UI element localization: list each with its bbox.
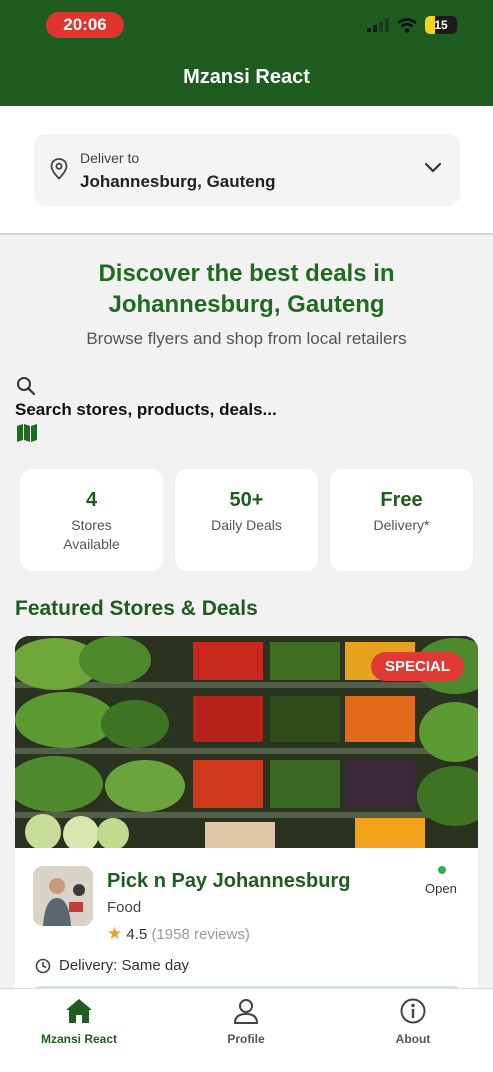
store-card[interactable]: SPECIAL Pick n Pay Johannesburg Food ★ 4… [15, 636, 478, 1006]
section-title: Featured Stores & Deals [15, 597, 258, 620]
review-count: (1958 reviews) [151, 926, 250, 943]
tab-profile[interactable]: Profile [186, 997, 306, 1046]
profile-icon [233, 999, 259, 1024]
deliver-bar: Deliver to Johannesburg, Gauteng [0, 106, 493, 235]
app-header: 20:06 15 Mzansi React [0, 0, 493, 106]
store-logo [33, 866, 93, 926]
battery-level: 15 [434, 18, 448, 32]
status-icons: 15 [367, 16, 457, 34]
store-image: SPECIAL [15, 636, 478, 852]
delivery-info: Delivery: Same day [35, 957, 189, 974]
signal-icon [367, 18, 389, 32]
stat-card-stores: 4 Stores Available [20, 469, 163, 571]
tab-label: About [395, 1032, 431, 1046]
star-icon: ★ [107, 924, 123, 943]
status-time: 20:06 [46, 12, 124, 38]
store-rating: ★ 4.5 (1958 reviews) [107, 924, 250, 944]
battery-icon: 15 [425, 16, 457, 34]
chevron-down-icon[interactable] [424, 162, 442, 174]
open-status: Open [425, 881, 457, 896]
tab-about[interactable]: About [353, 997, 473, 1046]
app-title: Mzansi React [183, 66, 310, 88]
stat-label: Stores Available [63, 517, 120, 552]
stat-card-delivery: Free Delivery* [330, 469, 473, 571]
stat-card-deals: 50+ Daily Deals [175, 469, 318, 571]
wifi-icon [397, 17, 417, 33]
hero-title: Discover the best deals in Johannesburg,… [98, 260, 395, 318]
map-icon[interactable] [16, 423, 38, 443]
location-pin-icon [50, 158, 68, 180]
stat-value: 4 [85, 489, 98, 511]
store-name: Pick n Pay Johannesburg [107, 870, 351, 892]
deliver-location: Johannesburg, Gauteng [80, 172, 276, 191]
delivery-text: Delivery: Same day [59, 957, 190, 974]
home-icon [66, 999, 92, 1023]
open-status-dot [438, 866, 446, 874]
store-category: Food [107, 899, 142, 916]
stat-value: 50+ [229, 489, 264, 511]
hero-subtitle: Browse flyers and shop from local retail… [86, 329, 407, 348]
info-icon [400, 998, 426, 1024]
stat-label: Daily Deals [211, 517, 282, 533]
tab-label: Mzansi React [40, 1032, 118, 1046]
deliver-label: Deliver to [80, 150, 140, 166]
rating-value: 4.5 [126, 926, 148, 943]
clock-icon [35, 958, 51, 973]
location-selector[interactable]: Deliver to Johannesburg, Gauteng [34, 134, 460, 206]
search-input[interactable]: Search stores, products, deals... [15, 400, 277, 420]
stat-label: Delivery* [373, 517, 430, 533]
special-badge: SPECIAL [370, 652, 464, 681]
tab-label: Profile [227, 1032, 265, 1046]
tab-home[interactable]: Mzansi React [19, 997, 139, 1046]
stat-value: Free [380, 489, 423, 511]
tab-bar: Mzansi React Profile About [0, 988, 493, 1072]
search-icon[interactable] [16, 376, 36, 396]
